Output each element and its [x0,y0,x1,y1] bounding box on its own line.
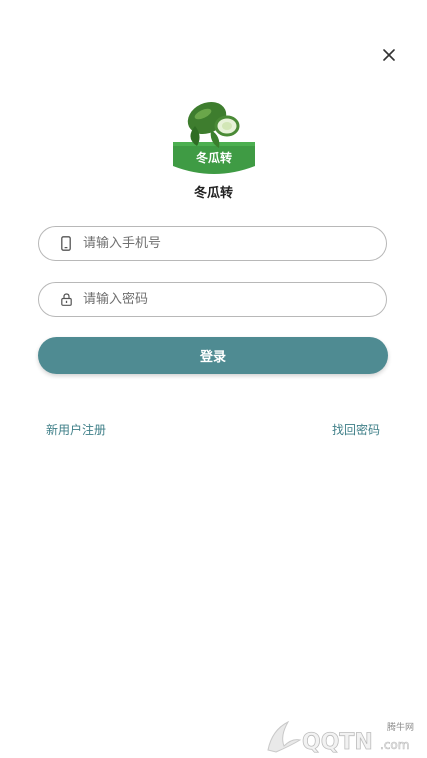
watermark-domain: .com [380,738,409,752]
phone-input[interactable] [83,236,363,251]
password-input[interactable] [83,292,363,307]
phone-field[interactable] [38,226,387,261]
register-link[interactable]: 新用户注册 [46,421,106,438]
close-icon [383,49,395,61]
lock-icon [59,292,73,308]
watermark-site-name: 腾牛网 [386,723,414,733]
close-button[interactable] [378,44,400,66]
phone-icon [59,236,73,252]
logo-badge-text: 冬瓜转 [196,150,232,165]
password-field[interactable] [38,282,387,317]
forgot-password-link[interactable]: 找回密码 [332,421,380,438]
app-logo: 冬瓜转 [173,101,255,174]
watermark-brand: QQTN [302,730,373,754]
watermark: 腾牛网 QQTN .com [262,716,420,755]
login-button[interactable]: 登录 [38,337,388,374]
app-name: 冬瓜转 [193,186,233,201]
